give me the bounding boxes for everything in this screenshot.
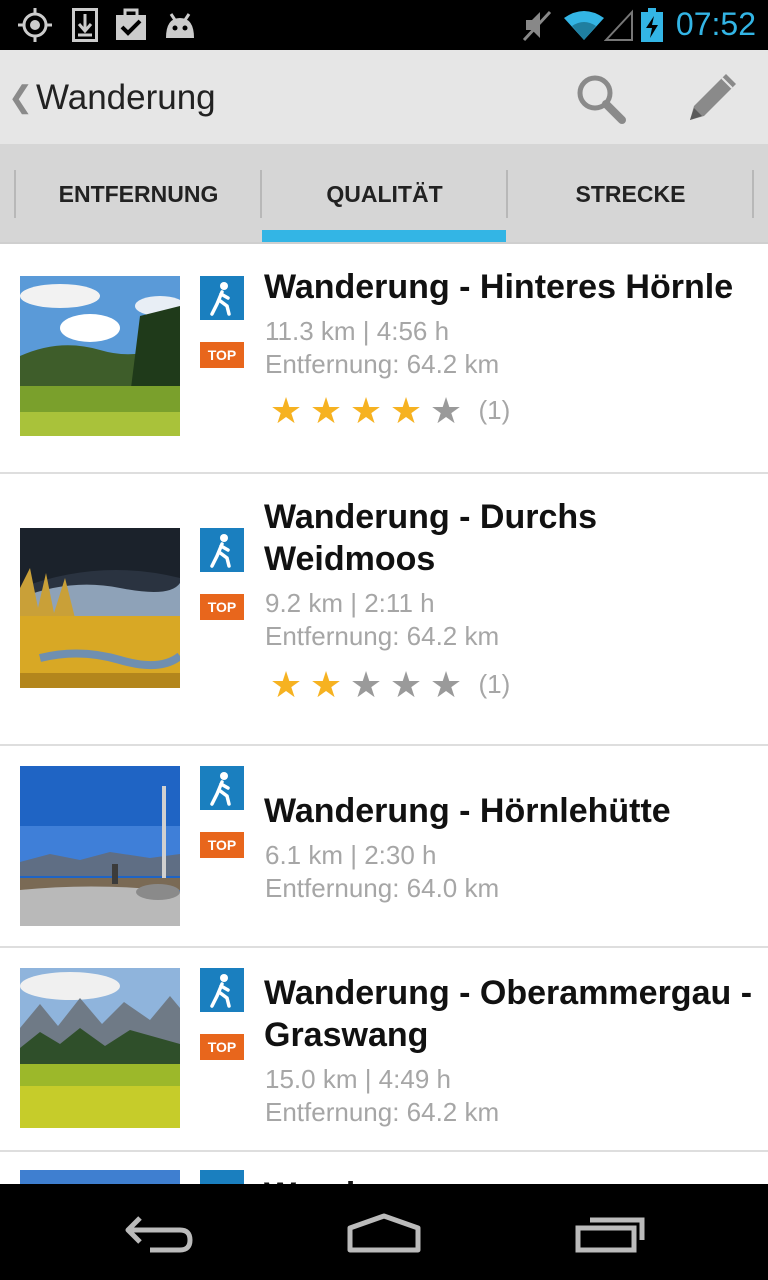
tab-strecke[interactable]: STRECKE	[508, 144, 753, 242]
hiking-icon	[200, 276, 244, 320]
tour-title: Wanderung - Durchs Weidmoos	[264, 498, 598, 578]
pencil-icon[interactable]	[682, 68, 742, 128]
tour-thumbnail	[20, 528, 180, 688]
back-icon[interactable]	[110, 1204, 210, 1260]
tab-bar: ENTFERNUNG QUALITÄT STRECKE	[0, 144, 768, 244]
hiking-icon	[200, 766, 244, 810]
tour-distance: Entfernung: 64.2 km	[265, 349, 500, 379]
tour-thumbnail	[20, 276, 180, 436]
tour-thumbnail	[20, 766, 180, 926]
top-badge: TOP	[200, 832, 244, 858]
hiking-icon	[200, 968, 244, 1012]
hiking-icon	[200, 1170, 244, 1184]
chevron-left-icon[interactable]: ❮	[8, 80, 33, 115]
top-badge: TOP	[200, 1034, 244, 1060]
top-badge: TOP	[200, 594, 244, 620]
clock: 07:52	[675, 6, 756, 42]
list-item[interactable]: TOP Wanderung - Oberammergau - Graswang …	[0, 948, 768, 1152]
star-empty-icon: ★	[349, 664, 383, 705]
list-item[interactable]: TOP Wanderung - Hörnlehütte 6.1 km | 2:3…	[0, 746, 768, 948]
tour-thumbnail	[20, 968, 180, 1128]
selected-tab-indicator	[262, 230, 506, 242]
list-item[interactable]: TOP Wanderung - Durchs Weidmoos 9.2 km |…	[0, 474, 768, 746]
tour-title: Wanderung - Oberammergau - Graswang	[264, 974, 753, 1054]
home-icon[interactable]	[334, 1204, 434, 1260]
mute-icon	[522, 10, 552, 42]
tab-entfernung[interactable]: ENTFERNUNG	[16, 144, 261, 242]
download-icon	[72, 8, 98, 42]
wifi-icon	[564, 11, 604, 40]
battery-charging-icon	[641, 8, 663, 42]
star-filled-icon: ★	[269, 390, 303, 431]
signal-icon	[604, 9, 633, 41]
star-filled-icon: ★	[309, 664, 343, 705]
search-icon[interactable]	[570, 68, 630, 128]
star-rating: ★ ★ ★ ★ ★ (1)	[266, 390, 511, 431]
recent-apps-icon[interactable]	[560, 1204, 660, 1260]
hiking-icon	[200, 528, 244, 572]
star-filled-icon: ★	[269, 664, 303, 705]
rating-count: (1)	[478, 395, 511, 425]
tour-stats: 11.3 km | 4:56 h	[265, 316, 450, 346]
tour-title: Wanderung - Hörnlehütte	[264, 792, 671, 830]
list-item[interactable]: Wanderung	[0, 1152, 768, 1184]
list-item[interactable]: TOP Wanderung - Hinteres Hörnle 11.3 km …	[0, 244, 768, 474]
tour-distance: Entfernung: 64.2 km	[265, 1097, 500, 1127]
star-filled-icon: ★	[309, 390, 343, 431]
top-badge: TOP	[200, 342, 244, 368]
star-rating: ★ ★ ★ ★ ★ (1)	[266, 664, 511, 705]
star-empty-icon: ★	[429, 390, 463, 431]
task-done-icon	[116, 8, 146, 40]
tour-stats: 6.1 km | 2:30 h	[265, 840, 437, 870]
tour-distance: Entfernung: 64.0 km	[265, 873, 500, 903]
star-empty-icon: ★	[429, 664, 463, 705]
page-title[interactable]: Wanderung	[36, 78, 216, 118]
star-filled-icon: ★	[389, 390, 423, 431]
rating-count: (1)	[478, 669, 511, 699]
status-bar: 07:52	[0, 0, 768, 50]
action-bar: ❮ Wanderung	[0, 50, 768, 144]
tour-title: Wanderung	[264, 1174, 754, 1184]
android-icon	[166, 13, 194, 38]
tab-divider	[752, 170, 754, 218]
gps-icon	[18, 8, 52, 42]
system-nav-bar	[0, 1184, 768, 1280]
tour-stats: 9.2 km | 2:11 h	[265, 588, 435, 618]
star-filled-icon: ★	[349, 390, 383, 431]
tour-stats: 15.0 km | 4:49 h	[265, 1064, 451, 1094]
tour-distance: Entfernung: 64.2 km	[265, 621, 500, 651]
tab-qualitaet[interactable]: QUALITÄT	[262, 144, 507, 242]
tour-title: Wanderung - Hinteres Hörnle	[264, 268, 734, 306]
tour-thumbnail	[20, 1170, 180, 1184]
tour-list[interactable]: TOP Wanderung - Hinteres Hörnle 11.3 km …	[0, 244, 768, 1184]
star-empty-icon: ★	[389, 664, 423, 705]
